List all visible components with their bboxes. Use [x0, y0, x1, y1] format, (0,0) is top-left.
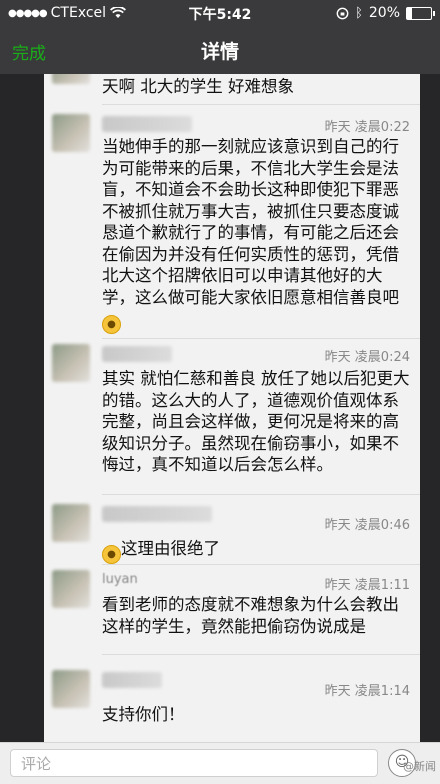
comment-text-body: 这理由很绝了	[121, 539, 220, 558]
comment-time: 昨天 凌晨1:14	[324, 684, 410, 699]
nav-bar: 完成 详情	[0, 26, 440, 74]
comment-input[interactable]: 评论	[10, 749, 378, 777]
comment-text: 支持你们！	[102, 705, 185, 724]
comment-item: luyan 昨天 凌晨1:11 看到老师的态度就不难想象为什么会教出这样的学生，…	[44, 570, 420, 660]
nickname-redacted	[102, 506, 212, 522]
comment-time: 昨天 凌晨0:24	[324, 350, 410, 365]
divider	[102, 338, 420, 339]
avatar	[52, 344, 90, 382]
page-title: 详情	[200, 41, 239, 63]
status-right: ᛒ 20%	[336, 5, 435, 21]
nickname-redacted	[102, 346, 172, 362]
comment-item: 昨天 凌晨1:14 支持你们！	[44, 670, 420, 734]
divider	[102, 654, 420, 655]
comment-item: 天啊 北大的学生 好难想象	[44, 74, 420, 102]
nickname-redacted	[102, 116, 192, 132]
laughing-emoji-icon: ●	[102, 545, 121, 564]
screen: ●●●●● CTExcel 下午5:42 ᛒ 20% 完成 详情 天啊 北大的学…	[0, 0, 440, 784]
comment-time: 昨天 凌晨0:22	[324, 120, 410, 135]
comment-time: 昨天 凌晨1:11	[324, 578, 410, 593]
avatar	[52, 114, 90, 152]
avatar	[52, 570, 90, 608]
comment-text-body: 当她伸手的那一刻就应该意识到自己的行为可能带来的后果，不信北大学生会是法盲，不知…	[102, 137, 399, 307]
watermark: @新闻	[403, 760, 436, 773]
comment-item: 昨天 凌晨0:24 其实 就怕仁慈和善良 放任了她以后犯更大的错。这么大的人了，…	[44, 342, 420, 494]
battery-fill	[407, 7, 412, 19]
comment-text: 其实 就怕仁慈和善良 放任了她以后犯更大的错。这么大的人了，道德观价值观体系完整…	[102, 369, 410, 474]
divider	[102, 564, 420, 565]
orientation-lock-icon	[336, 7, 349, 19]
nickname: luyan	[102, 572, 138, 587]
comment-text: ● 这理由很绝了	[102, 538, 412, 564]
status-bar: ●●●●● CTExcel 下午5:42 ᛒ 20%	[0, 0, 440, 26]
avatar	[52, 670, 90, 708]
comment-bar: 评论 ☺	[0, 742, 440, 784]
divider	[102, 494, 420, 495]
battery-percent: 20%	[368, 5, 400, 21]
avatar	[52, 504, 90, 542]
nickname-redacted	[102, 672, 162, 688]
bluetooth-icon: ᛒ	[355, 5, 363, 21]
divider	[102, 104, 420, 105]
comment-item: 昨天 凌晨0:46 ● 这理由很绝了	[44, 504, 420, 564]
avatar	[52, 74, 90, 84]
flushed-emoji-icon: ●	[102, 315, 121, 334]
comment-text: 看到老师的态度就不难想象为什么会教出这样的学生，竟然能把偷窃伪说成是	[102, 595, 399, 636]
comment-item: 昨天 凌晨0:22 当她伸手的那一刻就应该意识到自己的行为可能带来的后果，不信北…	[44, 110, 420, 344]
comment-screenshot: 天啊 北大的学生 好难想象 昨天 凌晨0:22 当她伸手的那一刻就应该意识到自己…	[44, 74, 420, 742]
comment-text: 当她伸手的那一刻就应该意识到自己的行为可能带来的后果，不信北大学生会是法盲，不知…	[102, 136, 412, 334]
comment-time: 昨天 凌晨0:46	[324, 518, 410, 533]
comment-text: 天啊 北大的学生 好难想象	[102, 77, 294, 96]
battery-icon	[406, 6, 435, 20]
